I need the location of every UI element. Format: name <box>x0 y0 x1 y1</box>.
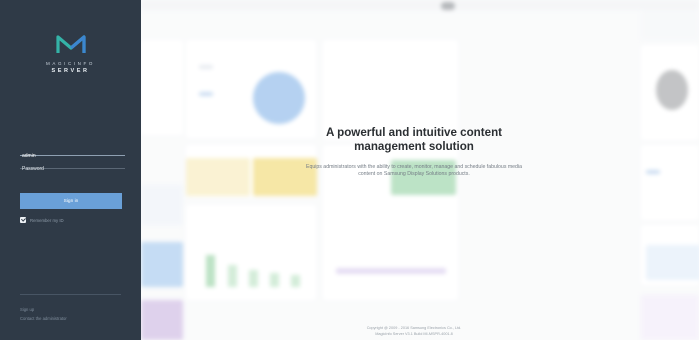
hero-headline: A powerful and intuitive content managem… <box>325 126 503 153</box>
logo: MAGICINFO SERVER <box>0 35 141 74</box>
magicinfo-logo-icon <box>55 35 86 53</box>
footer: Copyright @ 2009 - 2016 Samsung Electron… <box>300 326 528 337</box>
remember-checkbox-icon[interactable] <box>20 217 26 223</box>
divider <box>20 294 121 295</box>
password-field[interactable] <box>20 157 125 175</box>
sign-up-link[interactable]: Sign up <box>20 307 34 312</box>
hero: A powerful and intuitive content managem… <box>300 126 528 178</box>
user-id-field[interactable] <box>20 144 125 162</box>
brand-subname: SERVER <box>51 68 90 74</box>
login-panel: MAGICINFO SERVER Sign in Remember my ID … <box>0 0 141 340</box>
sign-in-button[interactable]: Sign in <box>20 193 122 209</box>
version-text: MagicInfo Server V3.1 Build MI-MSPR-4001… <box>375 331 453 336</box>
remember-label: Remember my ID <box>30 217 64 223</box>
remember-id[interactable]: Remember my ID <box>20 217 64 223</box>
contact-admin-link[interactable]: Contact the administrator <box>20 316 67 321</box>
brand-name: MAGICINFO <box>46 61 95 66</box>
hero-subtext: Equips administrators with the ability t… <box>306 164 522 178</box>
password-input[interactable] <box>20 163 125 175</box>
